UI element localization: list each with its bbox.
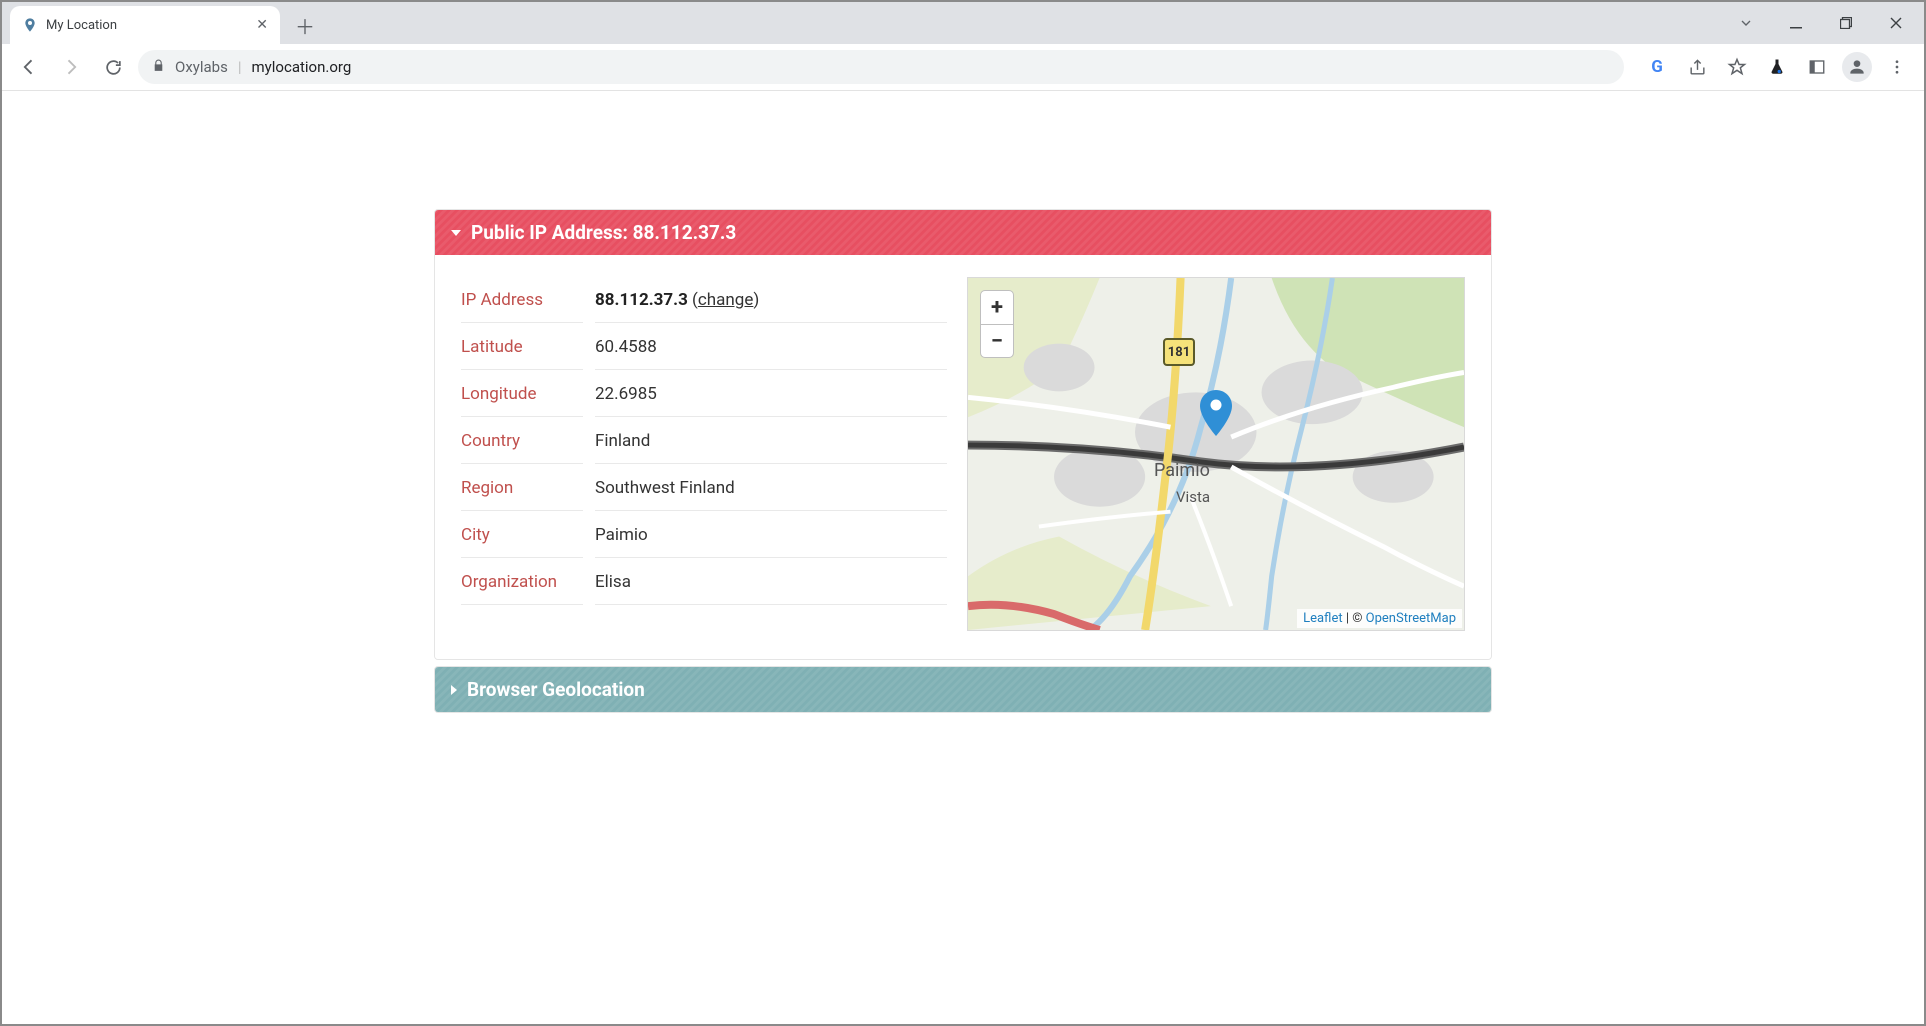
attrib-sep: | © [1343, 611, 1366, 626]
map-label-paimio: Paimio [1154, 460, 1210, 481]
row-latitude: Latitude 60.4588 [461, 324, 947, 371]
tab-strip: My Location ✕ ＋ [2, 2, 1924, 44]
forward-button[interactable] [54, 50, 88, 84]
ip-text: 88.112.37.3 [595, 290, 688, 310]
share-icon[interactable] [1680, 50, 1714, 84]
route-shield: 181 [1163, 338, 1195, 366]
lock-icon [152, 59, 165, 75]
back-button[interactable] [12, 50, 46, 84]
row-city: City Paimio [461, 512, 947, 559]
public-ip-body: IP Address 88.112.37.3 (change) Latitude… [435, 255, 1491, 659]
value-latitude: 60.4588 [595, 325, 947, 370]
map-attribution: Leaflet | © OpenStreetMap [1297, 609, 1462, 628]
map-background [968, 278, 1464, 630]
tab-close-icon[interactable]: ✕ [256, 17, 268, 33]
address-brand: Oxylabs [175, 58, 228, 76]
map-marker-icon [1200, 390, 1232, 440]
value-country: Finland [595, 419, 947, 464]
browser-toolbar: Oxylabs | mylocation.org G [2, 44, 1924, 91]
change-ip-link[interactable]: change [698, 290, 753, 310]
geo-header-title: Browser Geolocation [467, 678, 645, 701]
page-content: Public IP Address: 88.112.37.3 IP Addres… [434, 209, 1492, 1019]
label-city: City [461, 513, 583, 558]
tab-favicon-icon [22, 17, 38, 33]
window-controls [1722, 2, 1920, 44]
label-organization: Organization [461, 560, 583, 605]
row-longitude: Longitude 22.6985 [461, 371, 947, 418]
new-tab-button[interactable]: ＋ [290, 10, 320, 40]
address-bar[interactable]: Oxylabs | mylocation.org [138, 50, 1624, 84]
ip-header-value: 88.112.37.3 [633, 221, 737, 244]
close-window-button[interactable] [1872, 7, 1920, 39]
browser-tab[interactable]: My Location ✕ [10, 6, 280, 44]
address-separator: | [238, 58, 242, 76]
value-region: Southwest Finland [595, 466, 947, 511]
google-icon[interactable]: G [1640, 50, 1674, 84]
map-column: 181 Paimio Vista + − [967, 277, 1465, 631]
value-city: Paimio [595, 513, 947, 558]
profile-avatar[interactable] [1840, 50, 1874, 84]
label-longitude: Longitude [461, 372, 583, 417]
ip-header-prefix: Public IP Address: [471, 221, 633, 244]
map-label-vista: Vista [1176, 488, 1210, 506]
address-url: mylocation.org [252, 58, 352, 76]
value-longitude: 22.6985 [595, 372, 947, 417]
toolbar-right: G [1640, 50, 1914, 84]
page-viewport[interactable]: Public IP Address: 88.112.37.3 IP Addres… [4, 91, 1922, 1022]
geo-header[interactable]: Browser Geolocation [435, 667, 1491, 712]
public-ip-header[interactable]: Public IP Address: 88.112.37.3 [435, 210, 1491, 255]
label-latitude: Latitude [461, 325, 583, 370]
zoom-in-button[interactable]: + [981, 291, 1013, 324]
tab-title: My Location [46, 18, 117, 33]
geo-panel: Browser Geolocation [434, 666, 1492, 713]
zoom-out-button[interactable]: − [981, 324, 1013, 357]
caret-right-icon [451, 685, 457, 695]
maximize-button[interactable] [1822, 7, 1870, 39]
leaflet-link[interactable]: Leaflet [1303, 611, 1343, 626]
side-panel-icon[interactable] [1800, 50, 1834, 84]
osm-link[interactable]: OpenStreetMap [1366, 611, 1456, 626]
row-ip: IP Address 88.112.37.3 (change) [461, 277, 947, 324]
bookmark-star-icon[interactable] [1720, 50, 1754, 84]
label-country: Country [461, 419, 583, 464]
public-ip-panel: Public IP Address: 88.112.37.3 IP Addres… [434, 209, 1492, 660]
row-country: Country Finland [461, 418, 947, 465]
reload-button[interactable] [96, 50, 130, 84]
public-ip-header-title: Public IP Address: 88.112.37.3 [471, 221, 736, 244]
map-widget[interactable]: 181 Paimio Vista + − [967, 277, 1465, 631]
value-ip: 88.112.37.3 (change) [595, 278, 947, 323]
label-region: Region [461, 466, 583, 511]
label-ip: IP Address [461, 278, 583, 323]
value-organization: Elisa [595, 560, 947, 605]
row-region: Region Southwest Finland [461, 465, 947, 512]
zoom-control: + − [980, 290, 1014, 358]
info-column: IP Address 88.112.37.3 (change) Latitude… [461, 277, 947, 631]
row-organization: Organization Elisa [461, 559, 947, 606]
caret-down-icon [451, 230, 461, 236]
minimize-button[interactable] [1772, 7, 1820, 39]
extension-flask-icon[interactable] [1760, 50, 1794, 84]
kebab-menu-icon[interactable] [1880, 50, 1914, 84]
tab-search-button[interactable] [1722, 7, 1770, 39]
